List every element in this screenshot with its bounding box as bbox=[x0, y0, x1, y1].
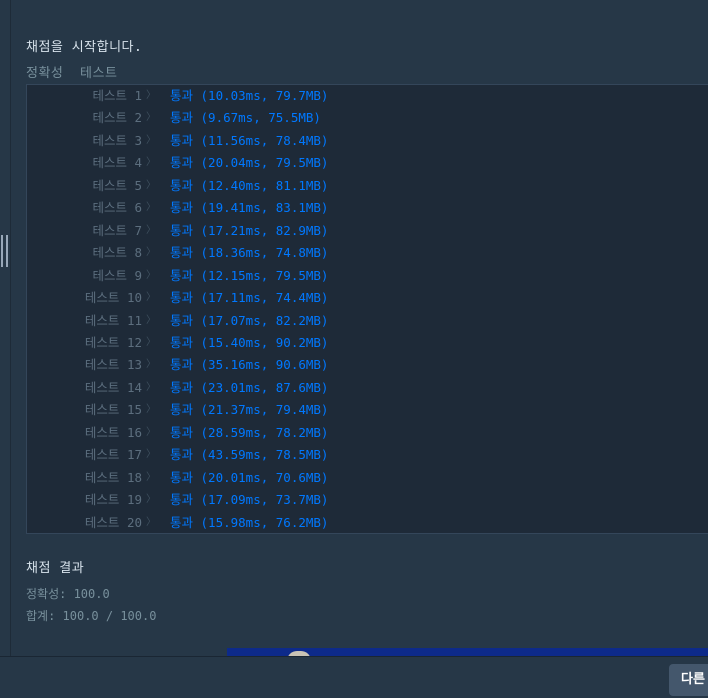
panel-resize-handle[interactable] bbox=[1, 235, 8, 267]
test-result-text: 통과 (43.59ms, 78.5MB) bbox=[170, 447, 329, 463]
test-label: 테스트 3 bbox=[92, 132, 142, 148]
chevron-right-icon: 〉 bbox=[146, 426, 156, 438]
accuracy-score: 정확성: 100.0 bbox=[26, 587, 110, 601]
chevron-right-icon: 〉 bbox=[146, 112, 156, 124]
test-result-text: 통과 (17.21ms, 82.9MB) bbox=[170, 222, 329, 238]
section-test-label: 테스트 bbox=[80, 66, 118, 81]
test-label: 테스트 16 bbox=[84, 424, 142, 440]
test-result-row: 테스트 12 〉 통과 (15.40ms, 90.2MB) bbox=[27, 332, 329, 354]
test-result-row: 테스트 18 〉 통과 (20.01ms, 70.6MB) bbox=[27, 467, 329, 489]
chevron-right-icon: 〉 bbox=[146, 494, 156, 506]
resize-grip-line bbox=[6, 235, 8, 267]
test-result-row: 테스트 4 〉 통과 (20.04ms, 79.5MB) bbox=[27, 152, 328, 174]
test-result-text: 통과 (21.37ms, 79.4MB) bbox=[170, 402, 329, 418]
chevron-right-icon: 〉 bbox=[146, 269, 156, 281]
test-label: 테스트 12 bbox=[84, 334, 142, 350]
chevron-right-icon: 〉 bbox=[146, 359, 156, 371]
section-header: 정확성 테스트 bbox=[26, 62, 117, 81]
test-result-text: 통과 (20.01ms, 70.6MB) bbox=[170, 469, 329, 485]
test-label: 테스트 15 bbox=[84, 402, 142, 418]
test-result-text: 통과 (17.11ms, 74.4MB) bbox=[170, 290, 329, 306]
test-result-text: 통과 (17.09ms, 73.7MB) bbox=[170, 492, 329, 508]
left-panel-edge bbox=[0, 0, 11, 656]
chevron-right-icon: 〉 bbox=[146, 202, 156, 214]
test-label: 테스트 13 bbox=[84, 357, 142, 373]
test-result-row: 테스트 13 〉 통과 (35.16ms, 90.6MB) bbox=[27, 354, 329, 376]
test-result-row: 테스트 7 〉 통과 (17.21ms, 82.9MB) bbox=[27, 220, 328, 242]
test-result-text: 통과 (15.40ms, 90.2MB) bbox=[170, 334, 329, 350]
test-result-row: 테스트 8 〉 통과 (18.36ms, 74.8MB) bbox=[27, 242, 328, 264]
chevron-right-icon: 〉 bbox=[146, 471, 156, 483]
chevron-right-icon: 〉 bbox=[146, 247, 156, 259]
test-result-text: 통과 (11.56ms, 78.4MB) bbox=[170, 132, 329, 148]
chevron-right-icon: 〉 bbox=[146, 134, 156, 146]
section-accuracy-label: 정확성 bbox=[26, 66, 64, 81]
test-result-row: 테스트 6 〉 통과 (19.41ms, 83.1MB) bbox=[27, 197, 328, 219]
test-label: 테스트 5 bbox=[92, 177, 142, 193]
test-result-text: 통과 (35.16ms, 90.6MB) bbox=[170, 357, 329, 373]
bottom-action-bar bbox=[0, 656, 708, 698]
chevron-right-icon: 〉 bbox=[146, 292, 156, 304]
test-result-text: 통과 (28.59ms, 78.2MB) bbox=[170, 424, 329, 440]
test-result-row: 테스트 5 〉 통과 (12.40ms, 81.1MB) bbox=[27, 175, 328, 197]
test-result-text: 통과 (20.04ms, 79.5MB) bbox=[170, 155, 329, 171]
test-result-text: 통과 (18.36ms, 74.8MB) bbox=[170, 245, 329, 261]
test-label: 테스트 1 bbox=[92, 88, 142, 103]
test-result-row: 테스트 14 〉 통과 (23.01ms, 87.6MB) bbox=[27, 377, 329, 399]
chevron-right-icon: 〉 bbox=[146, 314, 156, 326]
chevron-right-icon: 〉 bbox=[146, 224, 156, 236]
chevron-right-icon: 〉 bbox=[146, 336, 156, 348]
grading-start-text: 채점을 시작합니다. bbox=[26, 40, 143, 55]
chevron-right-icon: 〉 bbox=[146, 404, 156, 416]
test-result-text: 통과 (9.67ms, 75.5MB) bbox=[170, 110, 321, 126]
test-result-row: 테스트 3 〉 통과 (11.56ms, 78.4MB) bbox=[27, 130, 328, 152]
test-result-row: 테스트 16 〉 통과 (28.59ms, 78.2MB) bbox=[27, 422, 329, 444]
test-label: 테스트 8 bbox=[92, 245, 142, 261]
test-result-text: 통과 (23.01ms, 87.6MB) bbox=[170, 379, 329, 395]
test-result-text: 통과 (10.03ms, 79.7MB) bbox=[170, 88, 329, 103]
ad-banner[interactable] bbox=[227, 648, 708, 656]
chevron-right-icon: 〉 bbox=[146, 157, 156, 169]
test-result-text: 통과 (17.07ms, 82.2MB) bbox=[170, 312, 329, 328]
test-result-row: 테스트 1 〉 통과 (10.03ms, 79.7MB) bbox=[27, 85, 328, 107]
chevron-right-icon: 〉 bbox=[146, 381, 156, 393]
test-label: 테스트 17 bbox=[84, 447, 142, 463]
test-label: 테스트 18 bbox=[84, 469, 142, 485]
test-label: 테스트 4 bbox=[92, 155, 142, 171]
test-result-row: 테스트 11 〉 통과 (17.07ms, 82.2MB) bbox=[27, 310, 329, 332]
test-result-text: 통과 (15.98ms, 76.2MB) bbox=[170, 514, 329, 530]
test-result-text: 통과 (12.15ms, 79.5MB) bbox=[170, 267, 329, 283]
test-result-row: 테스트 2 〉 통과 (9.67ms, 75.5MB) bbox=[27, 107, 321, 129]
other-problem-button[interactable]: 다른 bbox=[669, 664, 708, 696]
chevron-right-icon: 〉 bbox=[146, 179, 156, 191]
test-label: 테스트 20 bbox=[84, 514, 142, 530]
total-score: 합계: 100.0 / 100.0 bbox=[26, 609, 157, 623]
grading-page: 채점을 시작합니다. 정확성 테스트 테스트 1 〉 통과 (10.03ms, 79… bbox=[0, 0, 708, 698]
result-panel: 채점을 시작합니다. 정확성 테스트 테스트 1 〉 통과 (10.03ms, 79… bbox=[11, 0, 708, 656]
test-label: 테스트 6 bbox=[92, 200, 142, 216]
chevron-right-icon: 〉 bbox=[146, 449, 156, 461]
test-result-row: 테스트 19 〉 통과 (17.09ms, 73.7MB) bbox=[27, 489, 329, 511]
test-label: 테스트 14 bbox=[84, 379, 142, 395]
test-result-row: 테스트 10 〉 통과 (17.11ms, 74.4MB) bbox=[27, 287, 329, 309]
resize-grip-line bbox=[1, 235, 3, 267]
test-label: 테스트 11 bbox=[84, 312, 142, 328]
test-label: 테스트 7 bbox=[92, 222, 142, 238]
test-label: 테스트 10 bbox=[84, 290, 142, 306]
grading-result-title: 채점 결과 bbox=[26, 561, 85, 576]
test-label: 테스트 19 bbox=[84, 492, 142, 508]
test-result-row: 테스트 17 〉 통과 (43.59ms, 78.5MB) bbox=[27, 444, 329, 466]
test-result-row: 테스트 9 〉 통과 (12.15ms, 79.5MB) bbox=[27, 265, 328, 287]
test-label: 테스트 9 bbox=[92, 267, 142, 283]
test-result-row: 테스트 15 〉 통과 (21.37ms, 79.4MB) bbox=[27, 399, 329, 421]
test-results-list: 테스트 1 〉 통과 (10.03ms, 79.7MB) 테스트 2 〉 통과 (9.67… bbox=[26, 84, 708, 534]
test-label: 테스트 2 bbox=[92, 110, 142, 126]
test-result-row: 테스트 20 〉 통과 (15.98ms, 76.2MB) bbox=[27, 512, 329, 534]
chevron-right-icon: 〉 bbox=[146, 90, 156, 101]
test-result-text: 통과 (12.40ms, 81.1MB) bbox=[170, 177, 329, 193]
chevron-right-icon: 〉 bbox=[146, 516, 156, 528]
test-result-text: 통과 (19.41ms, 83.1MB) bbox=[170, 200, 329, 216]
